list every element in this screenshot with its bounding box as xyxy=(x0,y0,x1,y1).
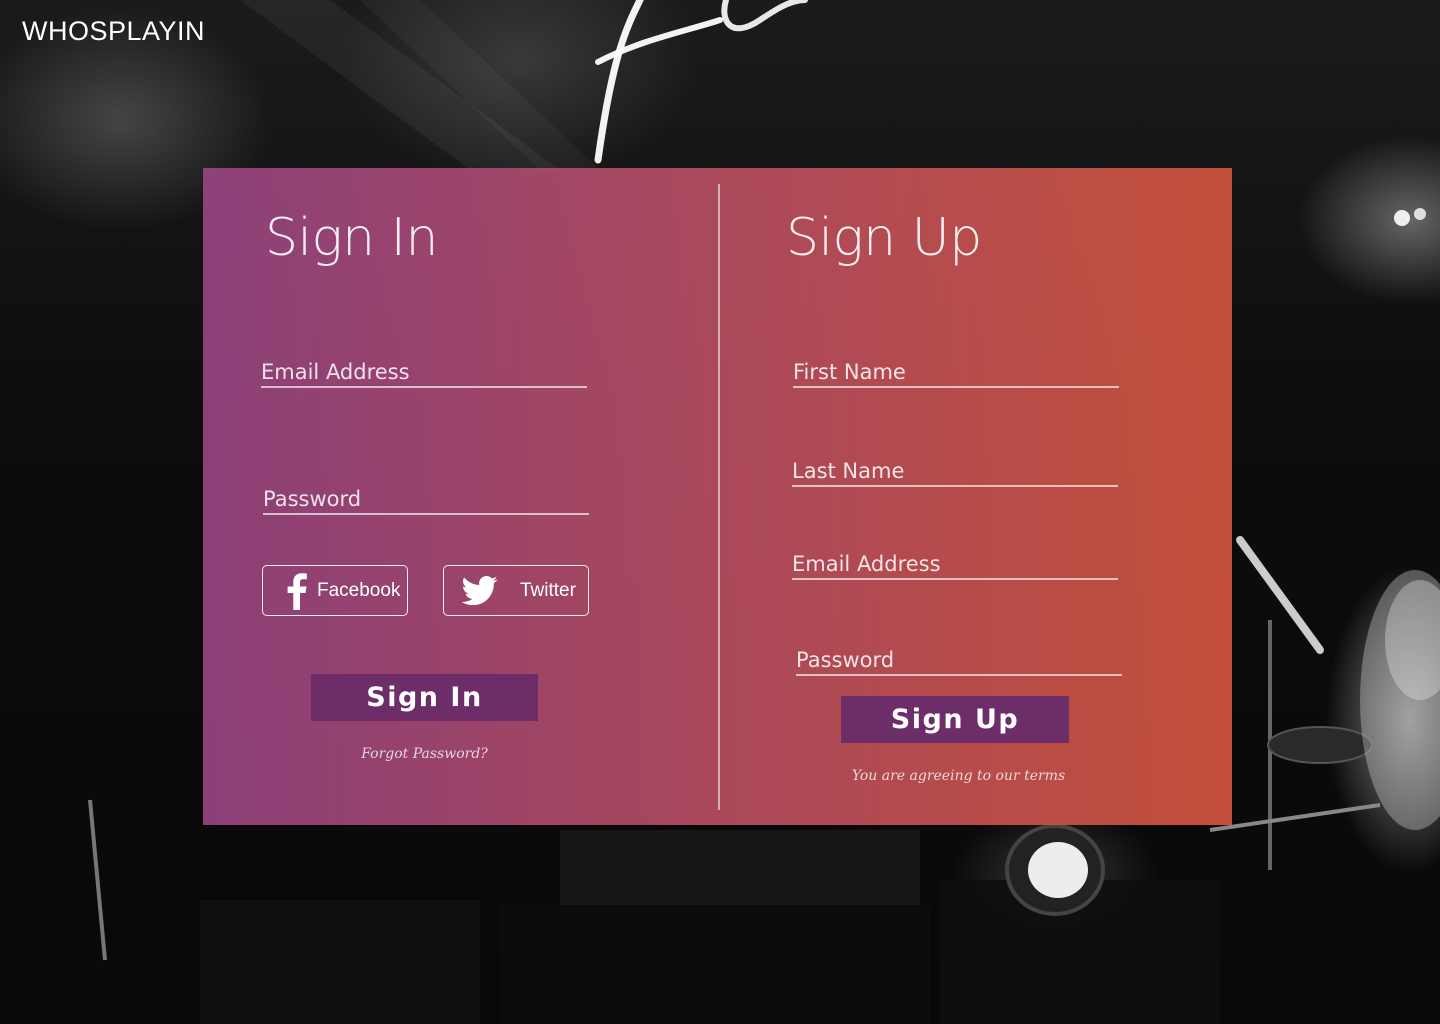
panel-divider xyxy=(718,184,720,810)
twitter-login-button[interactable]: Twitter xyxy=(443,565,589,616)
signin-email-input[interactable] xyxy=(261,360,587,384)
twitter-label: Twitter xyxy=(520,579,576,601)
facebook-login-button[interactable]: Facebook xyxy=(262,565,408,616)
forgot-password-link[interactable]: Forgot Password? xyxy=(311,746,538,762)
signup-submit-button[interactable]: Sign Up xyxy=(841,696,1069,743)
signup-password-field xyxy=(796,626,1122,676)
signup-email-input[interactable] xyxy=(792,552,1118,576)
auth-card: Sign In Facebook Twitter Sign In Forgot … xyxy=(203,168,1232,825)
signup-last-name-input[interactable] xyxy=(792,459,1118,483)
facebook-label: Facebook xyxy=(317,579,401,601)
brand-logo[interactable]: WHOSPLAYIN xyxy=(22,16,205,47)
signin-email-field xyxy=(261,338,587,388)
signin-password-input[interactable] xyxy=(263,487,589,511)
signup-email-field xyxy=(792,530,1118,580)
facebook-icon xyxy=(279,571,315,611)
signup-first-name-field xyxy=(793,338,1119,388)
signup-password-input[interactable] xyxy=(796,648,1122,672)
signup-heading: Sign Up xyxy=(786,208,982,268)
signup-last-name-field xyxy=(792,437,1118,487)
signin-heading: Sign In xyxy=(265,208,438,268)
signin-submit-button[interactable]: Sign In xyxy=(311,674,538,721)
twitter-icon xyxy=(460,571,500,611)
signup-first-name-input[interactable] xyxy=(793,360,1119,384)
signin-password-field xyxy=(263,465,589,515)
terms-link[interactable]: You are agreeing to our terms xyxy=(841,768,1076,784)
